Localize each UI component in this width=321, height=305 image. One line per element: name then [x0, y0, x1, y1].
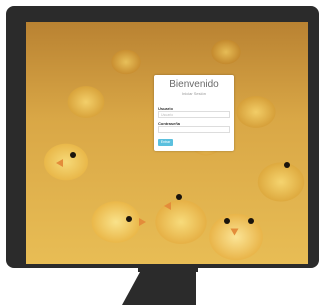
chick-eye-icon	[176, 194, 182, 200]
chick-eye-icon	[70, 152, 76, 158]
login-title: Bienvenido	[169, 79, 219, 90]
chick-beak-icon	[164, 202, 171, 210]
chick-beak-icon	[230, 228, 239, 236]
login-subtitle: Iniciar Sesión	[181, 91, 206, 96]
monitor-frame: Bienvenido Iniciar Sesión Usuario Usuari…	[6, 6, 319, 268]
screen-background-image: Bienvenido Iniciar Sesión Usuario Usuari…	[26, 22, 308, 264]
monitor-stand-base	[140, 272, 196, 305]
chick-beak-icon	[56, 159, 63, 167]
chick-eye-icon	[284, 162, 290, 168]
chick-eye-icon	[126, 216, 132, 222]
chick-beak-icon	[139, 218, 146, 226]
login-submit-button[interactable]: Entrar	[158, 139, 173, 146]
chick-eye-icon	[224, 218, 230, 224]
username-input[interactable]: Usuario	[158, 111, 230, 118]
chick-eye-icon	[248, 218, 254, 224]
username-placeholder: Usuario	[161, 113, 174, 117]
password-input[interactable]	[158, 126, 230, 133]
login-card: Bienvenido Iniciar Sesión Usuario Usuari…	[154, 75, 234, 151]
